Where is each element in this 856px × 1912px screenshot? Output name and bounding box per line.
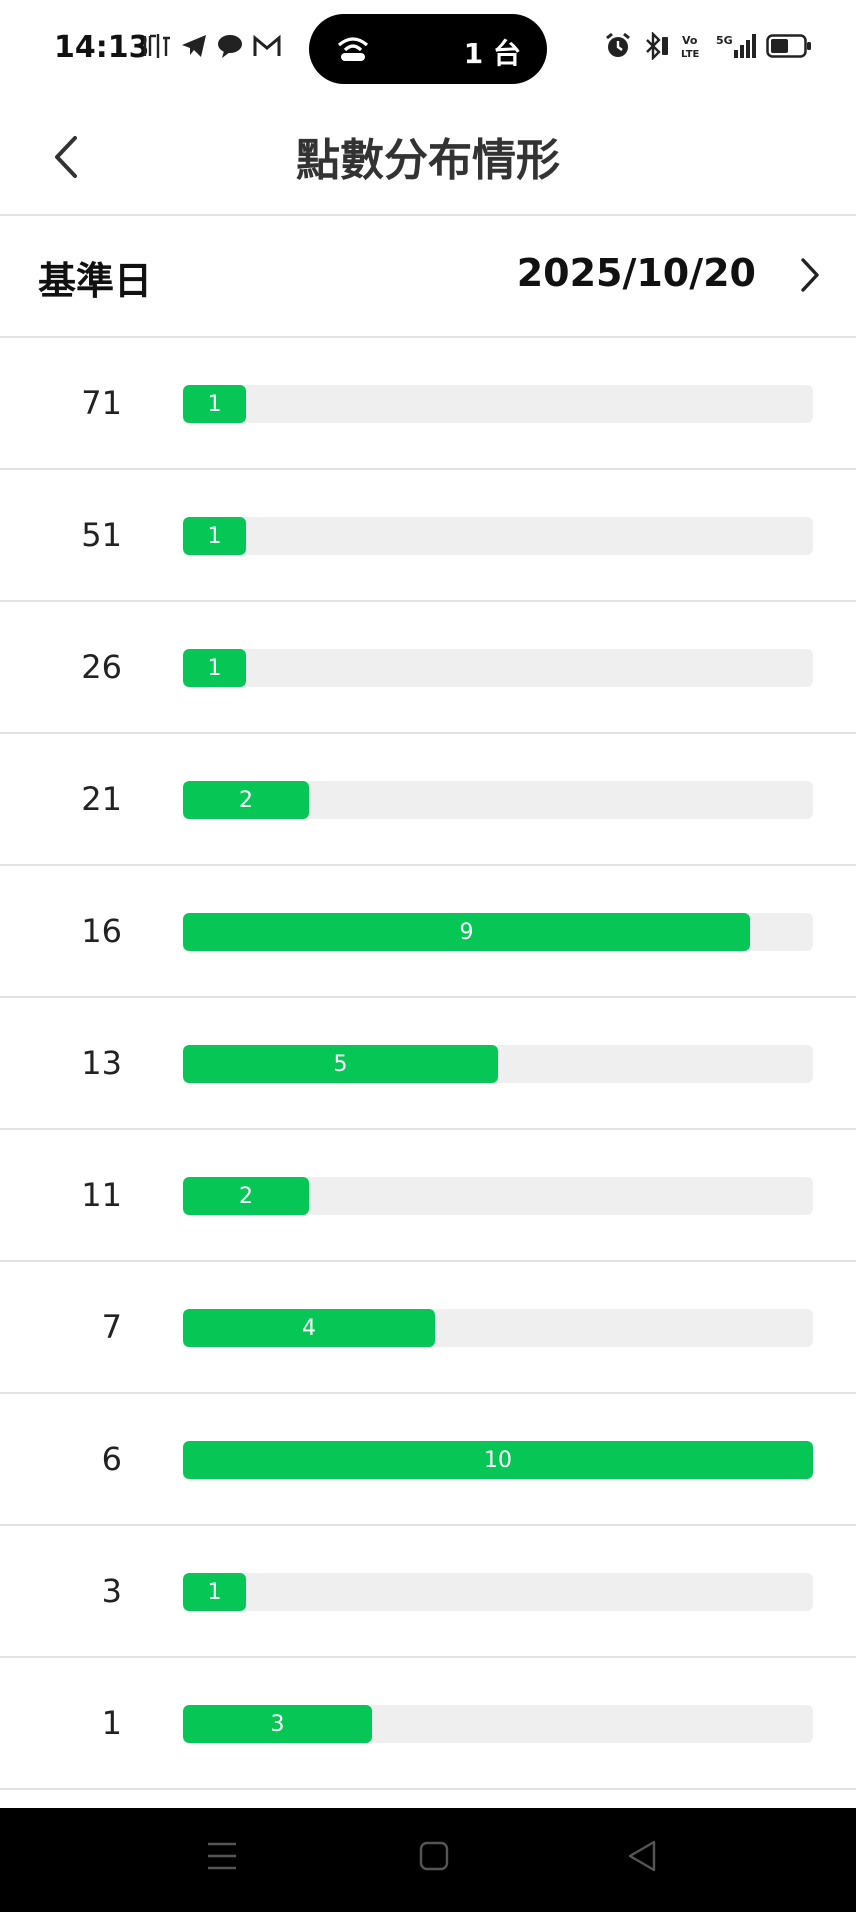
app-header: 點數分布情形 [0, 98, 856, 216]
count-bar: 1 [183, 385, 246, 423]
count-bar: 9 [183, 913, 750, 951]
bar-track: 10 [183, 1441, 813, 1479]
connected-devices-text: 1 台 [463, 37, 521, 70]
count-label: 2 [239, 787, 253, 813]
distribution-row: 21 2 [0, 734, 856, 866]
count-bar: 1 [183, 517, 246, 555]
bar-track: 1 [183, 517, 813, 555]
count-label: 4 [302, 1315, 316, 1341]
points-value-label: 7 [101, 1308, 122, 1346]
navigation-bar [0, 1808, 856, 1912]
count-bar: 10 [183, 1441, 813, 1479]
points-value-label: 13 [81, 1044, 122, 1082]
count-bar: 2 [183, 1177, 309, 1215]
bar-track: 3 [183, 1705, 813, 1743]
page: 14:13 1 台 Vo LTE 5G 點數分布情形 基準日 2025/10/2… [0, 0, 856, 1912]
points-value-label: 11 [81, 1176, 122, 1214]
chat-bubble-icon [218, 35, 242, 58]
back-triangle-icon[interactable] [626, 1838, 658, 1874]
count-bar: 3 [183, 1705, 372, 1743]
count-bar: 4 [183, 1309, 435, 1347]
hotspot-icon [337, 37, 369, 61]
signal-5g-icon: 5G [716, 34, 756, 58]
svg-text:LTE: LTE [681, 49, 700, 60]
count-label: 1 [207, 655, 222, 681]
points-value-label: 16 [81, 912, 122, 950]
points-value-label: 1 [101, 1704, 122, 1742]
distribution-row: 16 9 [0, 866, 856, 998]
distribution-row: 74 [0, 1262, 856, 1394]
home-square-icon[interactable] [418, 1838, 450, 1874]
points-distribution-list: 71 1 51 1 26 1 21 2 16 9 13 5 11 2 7 4 6 10 3 1 1 3 [0, 338, 856, 1790]
distribution-row: 6 10 [0, 1394, 856, 1526]
count-label: 9 [459, 919, 474, 945]
base-date-label: 基準日 [38, 259, 153, 303]
count-bar: 1 [183, 1573, 246, 1611]
points-value-label: 51 [81, 516, 122, 554]
points-value-label: 71 [81, 384, 122, 422]
points-value-label: 26 [81, 648, 122, 686]
points-value-label: 21 [81, 780, 122, 818]
svg-text:5G: 5G [716, 34, 733, 47]
count-label: 2 [239, 1183, 253, 1209]
count-bar: 5 [183, 1045, 498, 1083]
base-date-value: 2025/10/20 [516, 251, 756, 295]
distribution-row: 31 [0, 1526, 856, 1658]
count-label: 5 [333, 1051, 348, 1077]
menu-icon[interactable] [206, 1838, 238, 1874]
bar-track: 1 [183, 1573, 813, 1611]
bar-track: 1 [183, 649, 813, 687]
page-title: 點數分布情形 [296, 135, 560, 186]
system-status-icons: Vo LTE 5G [604, 32, 812, 60]
count-label: 10 [484, 1447, 512, 1473]
bar-track: 2 [183, 1177, 813, 1215]
count-label: 1 [207, 391, 222, 417]
listen-app-icon [143, 34, 170, 58]
points-value-label: 6 [101, 1440, 122, 1478]
bluetooth-icon [646, 32, 668, 60]
count-label: 3 [270, 1711, 285, 1737]
bar-track: 5 [183, 1045, 813, 1083]
count-bar: 2 [183, 781, 309, 819]
battery-icon [766, 34, 811, 58]
status-bar: 14:13 1 台 Vo LTE 5G [0, 0, 856, 98]
distribution-row: 26 1 [0, 602, 856, 734]
dynamic-island-pill[interactable]: 1 台 [309, 14, 547, 84]
bar-track: 2 [183, 781, 813, 819]
distribution-row: 13 5 [0, 998, 856, 1130]
volte-icon: Vo LTE [681, 34, 700, 60]
distribution-row: 71 1 [0, 338, 856, 470]
count-label: 1 [207, 1579, 222, 1605]
count-bar: 1 [183, 649, 246, 687]
bar-track: 1 [183, 385, 813, 423]
bar-track: 9 [183, 913, 813, 951]
count-label: 1 [207, 523, 222, 549]
alarm-icon [606, 32, 630, 57]
points-value-label: 3 [101, 1572, 122, 1610]
notification-icons [142, 32, 282, 60]
base-date-selector[interactable]: 基準日 2025/10/20 [0, 216, 856, 338]
bar-track: 4 [183, 1309, 813, 1347]
gmail-icon [253, 34, 281, 56]
distribution-row: 13 [0, 1658, 856, 1790]
telegram-icon [182, 35, 206, 57]
svg-text:Vo: Vo [682, 34, 698, 47]
chevron-right-icon [801, 258, 819, 292]
distribution-row: 51 1 [0, 470, 856, 602]
status-time: 14:13 [54, 30, 150, 65]
distribution-row: 11 2 [0, 1130, 856, 1262]
